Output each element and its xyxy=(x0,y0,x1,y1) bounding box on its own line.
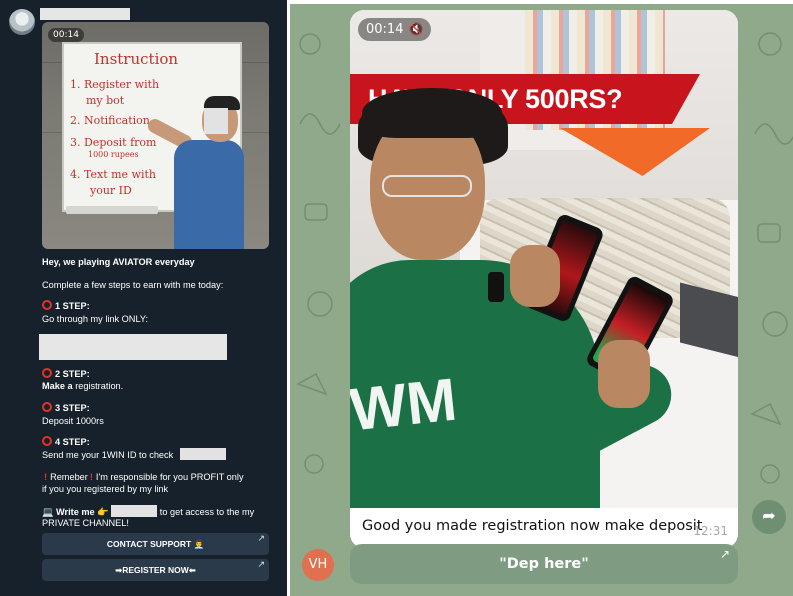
board-line: 4. Text me with xyxy=(70,168,156,181)
board-line: my bot xyxy=(86,94,125,107)
message-caption: Good you made registration now make depo… xyxy=(362,518,703,534)
step-2-text: Make a registration. xyxy=(42,380,282,392)
redacted-username[interactable] xyxy=(111,505,158,517)
exclamation-icon: ! xyxy=(89,472,93,482)
shirt-print: WM xyxy=(350,365,460,444)
man-hair-top xyxy=(362,88,502,138)
left-chat-panel: Instruction 1. Register with my bot 2. N… xyxy=(0,0,287,596)
glasses xyxy=(382,175,472,197)
step-2-label: 2 STEP: xyxy=(55,369,90,379)
redacted-face xyxy=(204,108,228,134)
external-link-arrow-icon: ↗ xyxy=(719,547,730,561)
hand-right xyxy=(598,340,650,408)
complete-text: Complete a few steps to earn with me tod… xyxy=(42,280,224,290)
warning-b: I'm responsible for you PROFIT only xyxy=(95,472,244,482)
board-line: 2. Notification xyxy=(70,114,150,127)
redacted-channel-name xyxy=(40,8,130,20)
register-now-button[interactable]: ➡REGISTER NOW⬅ ↗ xyxy=(42,559,269,581)
share-icon[interactable]: ➦ xyxy=(752,500,786,534)
exclamation-icon: ! xyxy=(44,472,48,482)
step-2-bold: Make a xyxy=(42,381,73,391)
contact-support-button[interactable]: CONTACT SUPPORT 👨‍💼 ↗ xyxy=(42,533,269,555)
step-1-label: 1 STEP: xyxy=(55,301,90,311)
board-line: your ID xyxy=(90,184,132,197)
warning-a: Remeber xyxy=(50,472,88,482)
register-now-label: ➡REGISTER NOW⬅ xyxy=(115,565,196,575)
video-timer[interactable]: 00:14 🔇 xyxy=(358,18,432,41)
wrist-watch xyxy=(488,272,504,302)
red-circle-icon xyxy=(42,300,52,310)
dep-here-label: "Dep here" xyxy=(499,556,589,572)
private-channel-text: PRIVATE CHANNEL! xyxy=(42,518,129,528)
step-1-text: Go through my link ONLY: xyxy=(42,314,149,324)
external-link-arrow-icon: ↗ xyxy=(257,533,265,543)
intro-text: Hey, we playing AVIATOR everyday xyxy=(42,257,195,267)
warning-line-2: if you you registered by my link xyxy=(42,484,169,494)
board-line: 1000 rupees xyxy=(88,150,139,159)
step-3-text: Deposit 1000rs xyxy=(42,416,104,426)
redacted-link[interactable] xyxy=(39,334,227,360)
promo-video[interactable]: HAVE ONLY 500RS? WM 00:14 🔇 xyxy=(350,10,738,508)
orange-arrow-graphic xyxy=(560,128,710,176)
step-2-title: 2 STEP: xyxy=(42,368,282,380)
point-right-icon: 👉 xyxy=(97,507,109,517)
mute-icon[interactable]: 🔇 xyxy=(408,22,423,36)
sender-avatar[interactable]: VH xyxy=(302,549,334,581)
dep-here-button[interactable]: "Dep here" ↗ xyxy=(350,544,738,584)
step-3-label: 3 STEP: xyxy=(55,403,90,413)
write-me-bold: Write me xyxy=(56,507,95,517)
step-4-title: 4 STEP: xyxy=(42,436,282,448)
step-1-title: 1 STEP: xyxy=(42,300,282,312)
step-3-title: 3 STEP: xyxy=(42,402,282,414)
instruction-video[interactable]: Instruction 1. Register with my bot 2. N… xyxy=(42,22,269,249)
hand-left xyxy=(510,245,560,307)
redacted-contact xyxy=(179,448,226,460)
step-2-rest: registration. xyxy=(72,381,124,391)
external-link-arrow-icon: ↗ xyxy=(257,559,265,569)
channel-avatar[interactable] xyxy=(9,9,35,35)
video-timer: 00:14 xyxy=(48,28,84,42)
board-line: 3. Deposit from xyxy=(70,136,157,149)
contact-support-label: CONTACT SUPPORT 👨‍💼 xyxy=(106,539,205,549)
red-circle-icon xyxy=(42,402,52,412)
video-message-bubble: HAVE ONLY 500RS? WM 00:14 🔇 Good you made… xyxy=(350,10,738,548)
step-4-body: Send me your 1WIN ID to check xyxy=(42,450,174,460)
laptop-icon: 💻 xyxy=(42,507,54,517)
write-me-rest: to get access to the my xyxy=(157,507,255,517)
message-intro: Hey, we playing AVIATOR everyday xyxy=(42,256,282,268)
board-title: Instruction xyxy=(94,50,179,68)
marker-tray xyxy=(66,206,158,214)
red-circle-icon xyxy=(42,436,52,446)
red-circle-icon xyxy=(42,368,52,378)
video-timer-text: 00:14 xyxy=(366,22,404,37)
right-chat-panel: HAVE ONLY 500RS? WM 00:14 🔇 Good you made… xyxy=(290,4,793,596)
person-body xyxy=(174,140,244,249)
board-line: 1. Register with xyxy=(70,78,160,91)
warning-line-1: ! Remeber! I'm responsible for you PROFIT … xyxy=(42,471,282,483)
step-4-label: 4 STEP: xyxy=(55,437,90,447)
step-4-text: Send me your 1WIN ID to check xyxy=(42,448,282,461)
